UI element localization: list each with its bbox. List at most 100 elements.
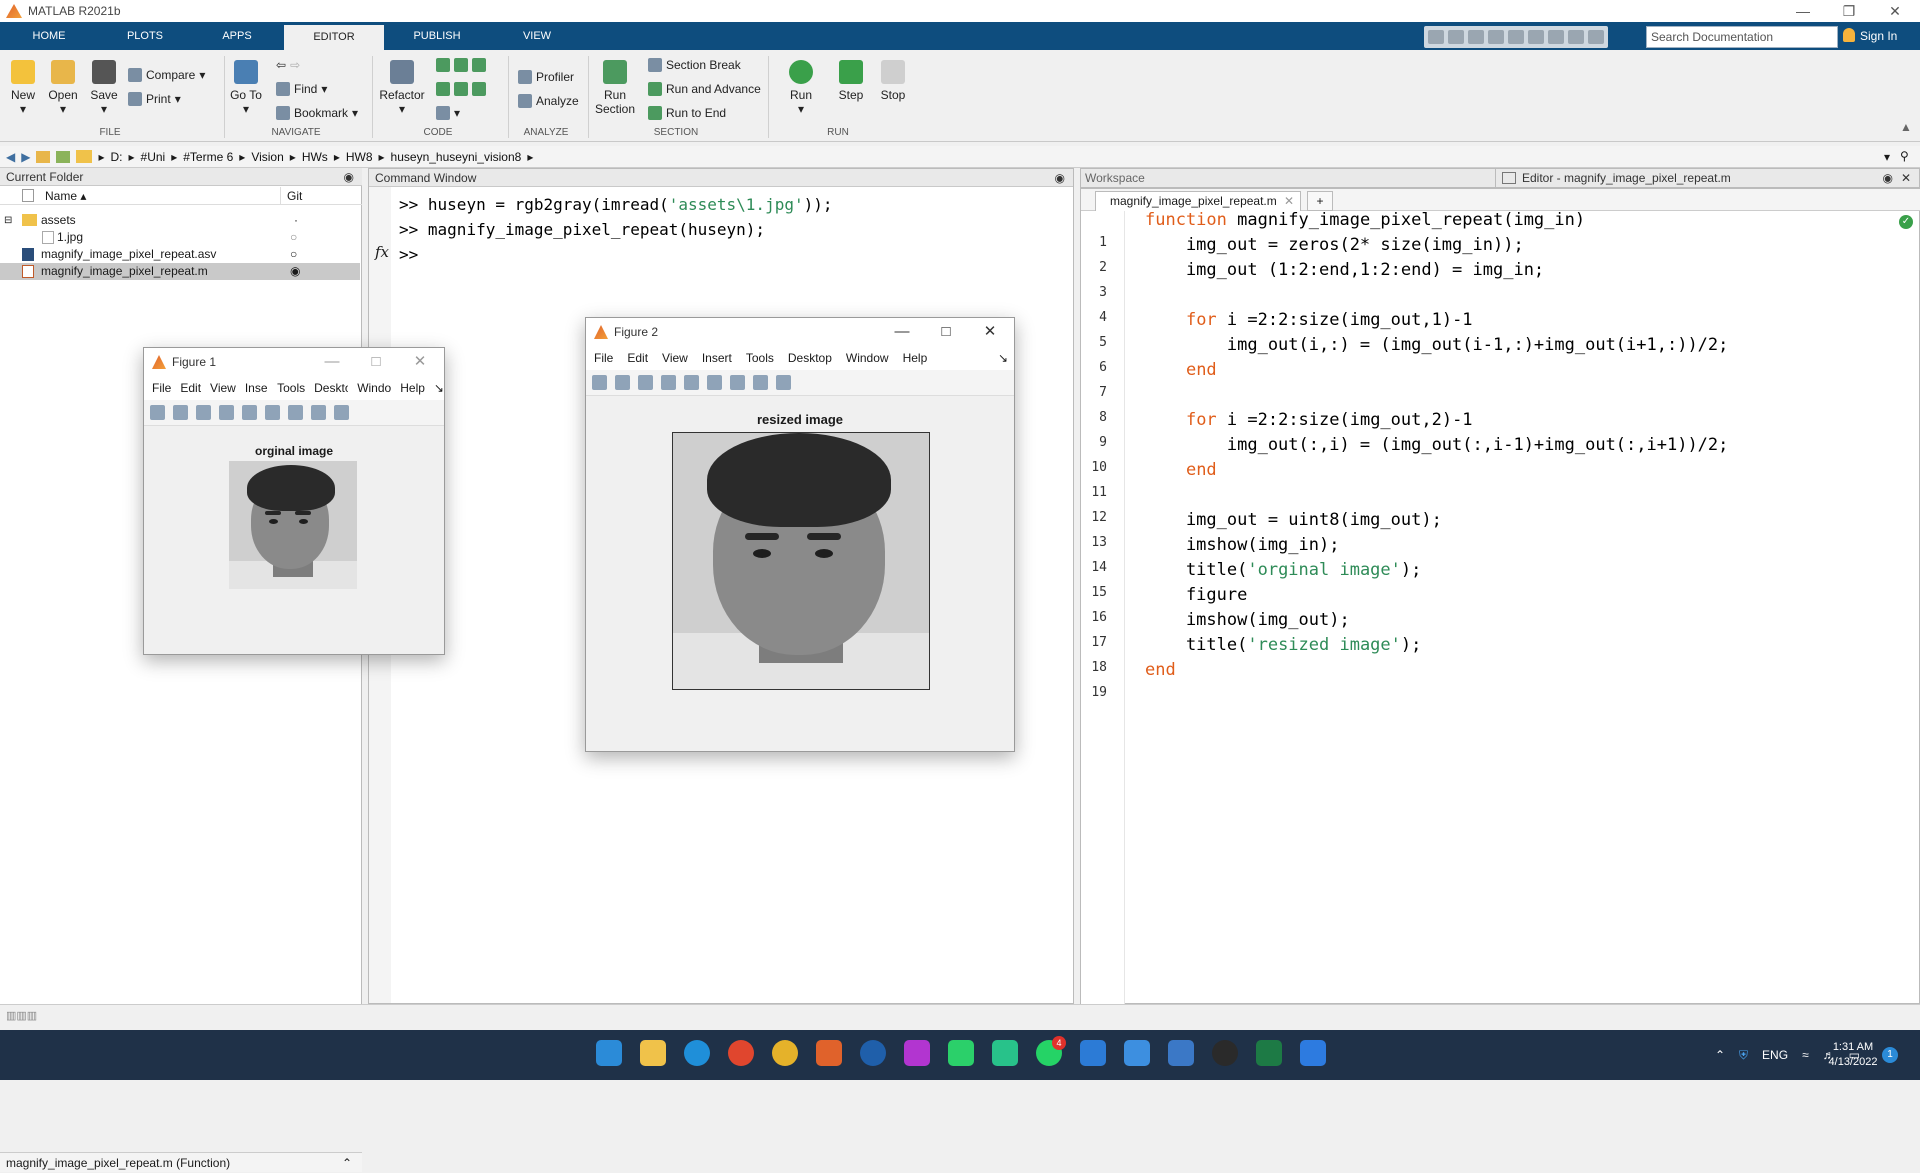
panel-actions-icon[interactable]: ◉: [1883, 169, 1893, 187]
up-folder-icon[interactable]: [36, 150, 51, 163]
code-line[interactable]: figure: [1145, 585, 1247, 605]
bookmark-button[interactable]: Bookmark ▾: [276, 106, 358, 120]
figure-2-minimize-icon[interactable]: —: [880, 318, 924, 346]
menu-view[interactable]: View: [662, 351, 688, 365]
figure-2-window[interactable]: Figure 2 — □ ✕ File Edit View Insert Too…: [585, 317, 1015, 752]
go-to-button[interactable]: Go To ▾: [228, 60, 264, 116]
print-figure-icon[interactable]: [219, 405, 234, 420]
forward-icon[interactable]: ▶: [21, 150, 30, 164]
refactor-button[interactable]: Refactor ▾: [378, 60, 426, 116]
smart-indent-icon[interactable]: [436, 82, 450, 96]
menu-window[interactable]: Window: [846, 351, 889, 365]
code-tools-row3[interactable]: ▾: [436, 106, 460, 120]
menu-overflow-icon[interactable]: ↘: [998, 351, 1008, 365]
switch-windows-icon[interactable]: [1548, 30, 1564, 44]
start-icon[interactable]: [596, 1040, 622, 1066]
close-icon[interactable]: ✕: [1872, 0, 1918, 22]
sign-in-link[interactable]: Sign In: [1860, 22, 1897, 50]
menu-edit[interactable]: Edit: [627, 351, 648, 365]
panel-actions-icon[interactable]: ◉: [344, 168, 354, 186]
community-icon[interactable]: [1588, 30, 1604, 44]
bell-icon[interactable]: [1843, 28, 1855, 42]
minimize-icon[interactable]: —: [1780, 0, 1826, 22]
close-tab-icon[interactable]: ✕: [1284, 192, 1294, 210]
shield-icon[interactable]: ⛨: [1739, 1048, 1748, 1063]
link-icon[interactable]: [684, 375, 699, 390]
editor-tab-file[interactable]: magnify_image_pixel_repeat.m ✕: [1095, 191, 1301, 211]
code-line[interactable]: for i =2:2:size(img_out,1)-1: [1145, 310, 1473, 330]
show-hidden-icons-icon[interactable]: ⌃: [1715, 1048, 1725, 1062]
property-inspector-icon[interactable]: [334, 405, 349, 420]
wifi-icon[interactable]: ≈: [1802, 1048, 1809, 1062]
save-button[interactable]: Save ▾: [86, 60, 122, 116]
cut-icon[interactable]: [1448, 30, 1464, 44]
save-icon[interactable]: [1428, 30, 1444, 44]
clion-icon[interactable]: [992, 1040, 1018, 1066]
print-figure-icon[interactable]: [661, 375, 676, 390]
step-button[interactable]: Step: [830, 60, 872, 102]
notification-badge[interactable]: 1: [1882, 1047, 1898, 1063]
clock[interactable]: 1:31 AM 4/13/2022: [1816, 1040, 1890, 1070]
new-figure-icon[interactable]: [592, 375, 607, 390]
chrome-icon[interactable]: [772, 1040, 798, 1066]
open-button[interactable]: Open ▾: [44, 60, 82, 116]
todo-icon[interactable]: [1300, 1040, 1326, 1066]
figure-1-window[interactable]: Figure 1 — □ ✕ File Edit View Insert Too…: [143, 347, 445, 655]
collapse-toggle-icon[interactable]: ⊟: [4, 212, 12, 229]
tab-plots[interactable]: PLOTS: [110, 22, 180, 50]
tab-apps[interactable]: APPS: [202, 22, 272, 50]
print-button[interactable]: Print ▾: [128, 92, 181, 106]
wrap-comment-icon[interactable]: [472, 58, 486, 72]
legend-icon[interactable]: [288, 405, 303, 420]
code-line[interactable]: imshow(img_out);: [1145, 610, 1350, 630]
code-line[interactable]: title('resized image');: [1145, 635, 1421, 655]
restore-icon[interactable]: ❐: [1826, 0, 1872, 22]
copy-icon[interactable]: [1468, 30, 1484, 44]
uncomment-icon[interactable]: [454, 58, 468, 72]
undo-icon[interactable]: [1508, 30, 1524, 44]
forward-arrow-icon[interactable]: ⇨: [290, 58, 300, 72]
run-button[interactable]: Run ▾: [780, 60, 822, 116]
link-icon[interactable]: [242, 405, 257, 420]
panel-actions-icon[interactable]: ◉: [1055, 169, 1065, 187]
percent-comment-icon[interactable]: [436, 58, 450, 72]
code-line[interactable]: img_out = zeros(2* size(img_in));: [1145, 235, 1524, 255]
open-file-icon[interactable]: [173, 405, 188, 420]
new-button[interactable]: New ▾: [6, 60, 40, 116]
open-file-icon[interactable]: [615, 375, 630, 390]
folder-item-assets[interactable]: ⊟ assets ·: [0, 212, 360, 229]
language-indicator[interactable]: ENG: [1762, 1048, 1788, 1062]
run-to-end-button[interactable]: Run to End: [648, 106, 726, 120]
menu-file[interactable]: File: [152, 381, 171, 395]
menu-insert[interactable]: Insert: [702, 351, 732, 365]
file-explorer-icon[interactable]: [640, 1040, 666, 1066]
help-icon[interactable]: [1568, 30, 1584, 44]
run-section-button[interactable]: Run Section: [592, 60, 638, 116]
compare-button[interactable]: Compare ▾: [128, 68, 205, 82]
tab-view[interactable]: VIEW: [502, 22, 572, 50]
code-tools-row2[interactable]: [436, 82, 486, 96]
stop-button[interactable]: Stop: [872, 60, 914, 102]
colorbar-icon[interactable]: [707, 375, 722, 390]
name-column[interactable]: Name ▴: [45, 189, 86, 203]
menu-tools[interactable]: Tools: [277, 381, 305, 395]
breadcrumb-hw8[interactable]: HW8: [346, 150, 373, 164]
back-arrow-icon[interactable]: ⇦: [276, 58, 286, 72]
colorbar-icon[interactable]: [265, 405, 280, 420]
git-column[interactable]: Git: [280, 187, 302, 205]
workspace-panel-header[interactable]: Workspace: [1080, 168, 1500, 188]
file-item-m[interactable]: magnify_image_pixel_repeat.m ◉: [0, 263, 360, 280]
mail-icon[interactable]: [1168, 1040, 1194, 1066]
tab-publish[interactable]: PUBLISH: [402, 22, 472, 50]
figure-2-close-icon[interactable]: ✕: [968, 318, 1012, 346]
menu-insert[interactable]: Insert: [245, 381, 268, 395]
menu-overflow-icon[interactable]: ↘: [434, 381, 444, 395]
code-line[interactable]: end: [1145, 460, 1217, 480]
menu-window[interactable]: Window: [357, 381, 391, 395]
matlab-taskbar-icon[interactable]: [816, 1040, 842, 1066]
menu-help[interactable]: Help: [903, 351, 928, 365]
vscode-icon[interactable]: [1080, 1040, 1106, 1066]
function-hint-icon[interactable]: [436, 106, 450, 120]
search-documentation-input[interactable]: Search Documentation: [1646, 26, 1838, 48]
menu-file[interactable]: File: [594, 351, 613, 365]
